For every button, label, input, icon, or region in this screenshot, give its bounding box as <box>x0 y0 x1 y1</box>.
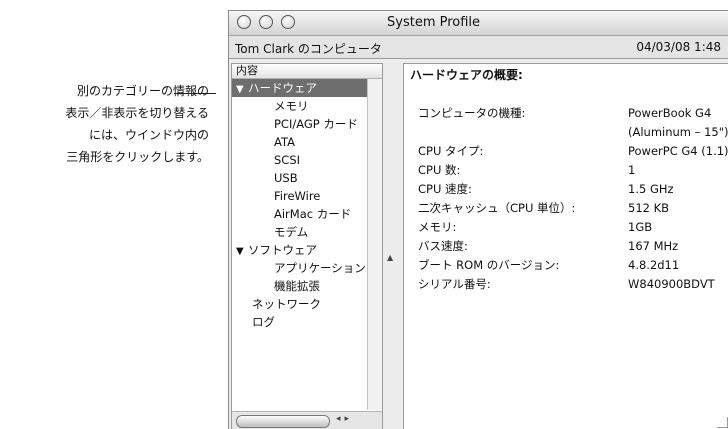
row-value: 1 <box>628 163 636 177</box>
row-value: 512 KB <box>628 201 670 215</box>
row-value: 4.8.2d11 <box>628 258 680 272</box>
table-row: バス速度: 167 MHz <box>418 237 728 256</box>
window-title: System Profile <box>387 15 481 30</box>
title-bar[interactable]: System Profile <box>229 11 728 36</box>
table-row: CPU タイプ: PowerPC G4 (1.1) <box>418 142 728 161</box>
tree-item-hardware[interactable]: ▼ ハードウェア <box>232 79 367 97</box>
system-profile-window: System Profile Tom Clark のコンピュータ 04/03/0… <box>228 10 728 429</box>
close-button[interactable] <box>237 15 251 29</box>
table-row: CPU 数: 1 <box>418 161 728 180</box>
details-heading: ハードウェアの概要: <box>410 68 523 82</box>
callout-line-3: には、ウインドウ内の <box>88 128 209 142</box>
tree-item-pci-agp[interactable]: PCI/AGP カード <box>232 115 367 133</box>
table-row: CPU 速度: 1.5 GHz <box>418 180 728 199</box>
computer-name: Tom Clark のコンピュータ <box>235 42 382 56</box>
row-value: 1.5 GHz <box>628 182 674 196</box>
row-label: シリアル番号: <box>418 277 491 291</box>
callout-leader-line <box>174 93 216 94</box>
vertical-scrollbar[interactable] <box>367 79 382 410</box>
row-label: CPU 速度: <box>418 182 472 196</box>
contents-column-header[interactable]: 内容 <box>232 64 382 79</box>
callout-line-2: 表示／非表示を切り替える <box>65 106 209 120</box>
table-row: コンピュータの機種: PowerBook G4 <box>418 104 728 123</box>
tree-item-network[interactable]: ネットワーク <box>232 295 367 313</box>
category-tree: ▼ ハードウェア メモリ PCI/AGP カード ATA SCSI USB Fir… <box>232 79 367 331</box>
scroll-thumb[interactable] <box>236 415 330 428</box>
tree-item-software[interactable]: ▼ ソフトウェア <box>232 241 367 259</box>
tree-item-extensions[interactable]: 機能拡張 <box>232 277 367 295</box>
details-pane: ハードウェアの概要: コンピュータの機種: PowerBook G4 (Alumi… <box>403 63 728 429</box>
row-value: (Aluminum – 15") <box>628 125 728 139</box>
row-value: W840900BDVT <box>628 277 715 291</box>
disclosure-triangle-icon[interactable]: ▼ <box>236 243 248 261</box>
row-label: ブート ROM のバージョン: <box>418 258 560 272</box>
contents-pane: 内容 ▼ ハードウェア メモリ PCI/AGP カード ATA SCSI USB … <box>231 63 383 429</box>
hardware-summary-table: コンピュータの機種: PowerBook G4 (Aluminum – 15") … <box>418 104 728 294</box>
tree-item-airmac[interactable]: AirMac カード <box>232 205 367 223</box>
tree-item-ata[interactable]: ATA <box>232 133 367 151</box>
tree-item-scsi[interactable]: SCSI <box>232 151 367 169</box>
row-label: コンピュータの機種: <box>418 106 526 120</box>
table-row: 二次キャッシュ（CPU 単位）: 512 KB <box>418 199 728 218</box>
info-bar: Tom Clark のコンピュータ 04/03/08 1:48 <box>229 36 728 59</box>
row-value: PowerBook G4 <box>628 106 712 120</box>
tree-item-usb[interactable]: USB <box>232 169 367 187</box>
resize-handle-icon[interactable] <box>717 417 728 428</box>
tree-item-firewire[interactable]: FireWire <box>232 187 367 205</box>
table-row: シリアル番号: W840900BDVT <box>418 275 728 294</box>
disclosure-triangle-icon[interactable]: ▼ <box>236 81 248 99</box>
row-label: メモリ: <box>418 220 457 234</box>
scroll-arrows-icon[interactable]: ◂▸ <box>336 414 353 424</box>
row-value: 1GB <box>628 220 653 234</box>
tree-item-applications[interactable]: アプリケーション <box>232 259 367 277</box>
date-time: 04/03/08 1:48 <box>636 40 721 54</box>
table-row: ブート ROM のバージョン: 4.8.2d11 <box>418 256 728 275</box>
minimize-button[interactable] <box>259 15 273 29</box>
callout-line-1: 別のカテゴリーの情報の <box>76 84 209 98</box>
row-label: 二次キャッシュ（CPU 単位）: <box>418 201 576 215</box>
tree-item-modem[interactable]: モデム <box>232 223 367 241</box>
callout-line-4: 三角形をクリックします。 <box>66 150 209 164</box>
table-row: メモリ: 1GB <box>418 218 728 237</box>
tree-item-memory[interactable]: メモリ <box>232 97 367 115</box>
zoom-button[interactable] <box>281 15 295 29</box>
row-value: PowerPC G4 (1.1) <box>628 144 728 158</box>
horizontal-scrollbar[interactable]: ◂▸ <box>232 411 382 429</box>
splitter-grip-icon[interactable]: ▲ <box>387 253 393 262</box>
row-label: CPU タイプ: <box>418 144 484 158</box>
row-value: 167 MHz <box>628 239 679 253</box>
row-label: CPU 数: <box>418 163 461 177</box>
table-row: (Aluminum – 15") <box>418 123 728 142</box>
row-label: バス速度: <box>418 239 468 253</box>
pane-splitter[interactable]: ▲ <box>383 63 401 429</box>
tree-item-logs[interactable]: ログ <box>232 313 367 331</box>
